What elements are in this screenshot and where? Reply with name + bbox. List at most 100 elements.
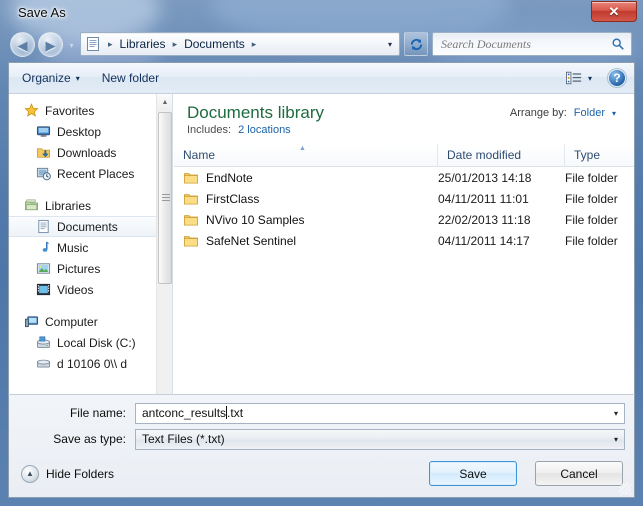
- address-dropdown-button[interactable]: ▾: [381, 33, 399, 55]
- refresh-button[interactable]: [404, 32, 428, 56]
- sidebar-item-downloads[interactable]: Downloads: [9, 142, 157, 163]
- breadcrumb-separator[interactable]: ▸: [103, 39, 118, 50]
- table-row[interactable]: EndNote 25/01/2013 14:18 File folder: [174, 167, 634, 188]
- table-row[interactable]: SafeNet Sentinel 04/11/2011 14:17 File f…: [174, 230, 634, 251]
- forward-arrow-icon: ▶: [39, 33, 62, 56]
- recent-places-icon: [35, 166, 51, 182]
- downloads-icon: [35, 145, 51, 161]
- file-type: File folder: [565, 192, 634, 206]
- address-bar[interactable]: ▸ Libraries ▸ Documents ▸ ▾: [80, 32, 400, 56]
- view-options-button[interactable]: ▾: [560, 68, 598, 88]
- library-locations-link[interactable]: 2 locations: [238, 124, 291, 136]
- pictures-icon: [35, 261, 51, 277]
- table-row[interactable]: FirstClass 04/11/2011 11:01 File folder: [174, 188, 634, 209]
- breadcrumb-libraries[interactable]: Libraries: [118, 37, 168, 51]
- forward-button[interactable]: ▶: [38, 32, 63, 57]
- resize-grip[interactable]: [619, 483, 631, 495]
- sidebar-item-videos[interactable]: Videos: [9, 279, 157, 300]
- refresh-icon: [409, 37, 424, 52]
- sidebar-item-label: Videos: [57, 283, 93, 297]
- network-drive-icon: [35, 356, 51, 372]
- sidebar-spacer: [9, 300, 157, 311]
- documents-icon: [35, 219, 51, 235]
- file-name-input[interactable]: antconc_results.txt ▾: [135, 403, 625, 424]
- file-name-label: File name:: [9, 406, 135, 420]
- sidebar-group-favorites[interactable]: Favorites: [9, 100, 157, 121]
- file-type: File folder: [565, 234, 634, 248]
- column-header-name[interactable]: Name ▲: [174, 144, 438, 167]
- column-header-date-modified[interactable]: Date modified: [438, 144, 565, 167]
- chevron-down-icon: ▾: [76, 74, 80, 83]
- window-title: Save As: [18, 5, 66, 20]
- table-row[interactable]: NVivo 10 Samples 22/02/2013 11:18 File f…: [174, 209, 634, 230]
- search-input[interactable]: Search Documents: [432, 32, 632, 56]
- hide-folders-button[interactable]: ▲ Hide Folders: [21, 465, 114, 483]
- file-name-row: File name: antconc_results.txt ▾: [9, 402, 636, 424]
- back-button[interactable]: ◀: [10, 32, 35, 57]
- new-folder-label: New folder: [102, 71, 159, 85]
- music-icon: [35, 240, 51, 256]
- column-label: Name: [183, 148, 215, 162]
- scroll-up-button[interactable]: ▲: [157, 94, 173, 110]
- file-name-dropdown-button[interactable]: ▾: [614, 409, 618, 418]
- file-rows: EndNote 25/01/2013 14:18 File folder Fir…: [174, 167, 634, 251]
- sort-ascending-icon: ▲: [299, 145, 306, 152]
- sidebar-group-computer[interactable]: Computer: [9, 311, 157, 332]
- library-includes: Includes: 2 locations: [187, 124, 634, 136]
- local-disk-icon: [35, 335, 51, 351]
- breadcrumb-documents[interactable]: Documents: [182, 37, 247, 51]
- cancel-button[interactable]: Cancel: [535, 461, 623, 486]
- search-placeholder: Search Documents: [441, 37, 531, 52]
- sidebar-item-label: Documents: [57, 220, 118, 234]
- folder-icon: [183, 191, 199, 207]
- file-name: EndNote: [206, 171, 253, 185]
- sidebar-item-local-disk-c[interactable]: Local Disk (C:): [9, 332, 157, 353]
- close-button[interactable]: ✕: [591, 1, 637, 22]
- arrange-by-control: Arrange by: Folder ▾: [510, 107, 616, 119]
- chevron-down-icon: ▾: [588, 74, 592, 83]
- sidebar-item-label: Downloads: [57, 146, 116, 160]
- file-name: SafeNet Sentinel: [206, 234, 296, 248]
- help-button[interactable]: ?: [608, 69, 626, 87]
- file-date-modified: 22/02/2013 11:18: [438, 213, 565, 227]
- column-header-row: Name ▲ Date modified Type: [174, 144, 634, 167]
- recent-pages-button[interactable]: ▾: [66, 40, 77, 51]
- scrollbar-thumb[interactable]: [158, 112, 172, 284]
- breadcrumb-separator[interactable]: ▸: [168, 39, 183, 50]
- scrollbar-grip-icon: [162, 194, 170, 202]
- search-icon: [611, 37, 625, 51]
- organize-label: Organize: [22, 71, 71, 85]
- sidebar-item-documents[interactable]: Documents: [9, 216, 157, 237]
- hide-folders-label: Hide Folders: [46, 467, 114, 481]
- command-toolbar: Organize ▾ New folder ▾: [9, 63, 634, 94]
- sidebar-spacer: [9, 184, 157, 195]
- column-label: Type: [574, 148, 600, 162]
- sidebar-item-label: d 10106 0\\ d: [57, 357, 127, 371]
- desktop-icon: [35, 124, 51, 140]
- file-name: NVivo 10 Samples: [206, 213, 305, 227]
- new-folder-button[interactable]: New folder: [93, 67, 168, 89]
- sidebar-item-desktop[interactable]: Desktop: [9, 121, 157, 142]
- sidebar-item-network-drive[interactable]: d 10106 0\\ d: [9, 353, 157, 374]
- file-type: File folder: [565, 213, 634, 227]
- save-as-type-select[interactable]: Text Files (*.txt) ▾: [135, 429, 625, 450]
- star-icon: [23, 103, 39, 119]
- save-button[interactable]: Save: [429, 461, 517, 486]
- title-bar[interactable]: Save As ✕: [0, 0, 643, 28]
- breadcrumb-separator[interactable]: ▸: [247, 39, 262, 50]
- sidebar-item-pictures[interactable]: Pictures: [9, 258, 157, 279]
- sidebar-item-music[interactable]: Music: [9, 237, 157, 258]
- organize-button[interactable]: Organize ▾: [13, 67, 89, 89]
- arrange-by-value[interactable]: Folder: [574, 107, 605, 119]
- save-as-type-value: Text Files (*.txt): [142, 432, 225, 446]
- chevron-down-icon[interactable]: ▾: [612, 109, 616, 118]
- column-header-type[interactable]: Type: [565, 144, 634, 167]
- file-name-value: antconc_results.txt: [142, 406, 243, 420]
- sidebar-item-recent-places[interactable]: Recent Places: [9, 163, 157, 184]
- library-header: Documents library Includes: 2 locations: [174, 94, 634, 144]
- library-includes-label: Includes:: [187, 124, 231, 136]
- sidebar-group-label: Libraries: [45, 199, 91, 213]
- sidebar-group-libraries[interactable]: Libraries: [9, 195, 157, 216]
- file-name-text-before-caret: antconc_results: [142, 406, 226, 420]
- close-icon: ✕: [592, 2, 636, 21]
